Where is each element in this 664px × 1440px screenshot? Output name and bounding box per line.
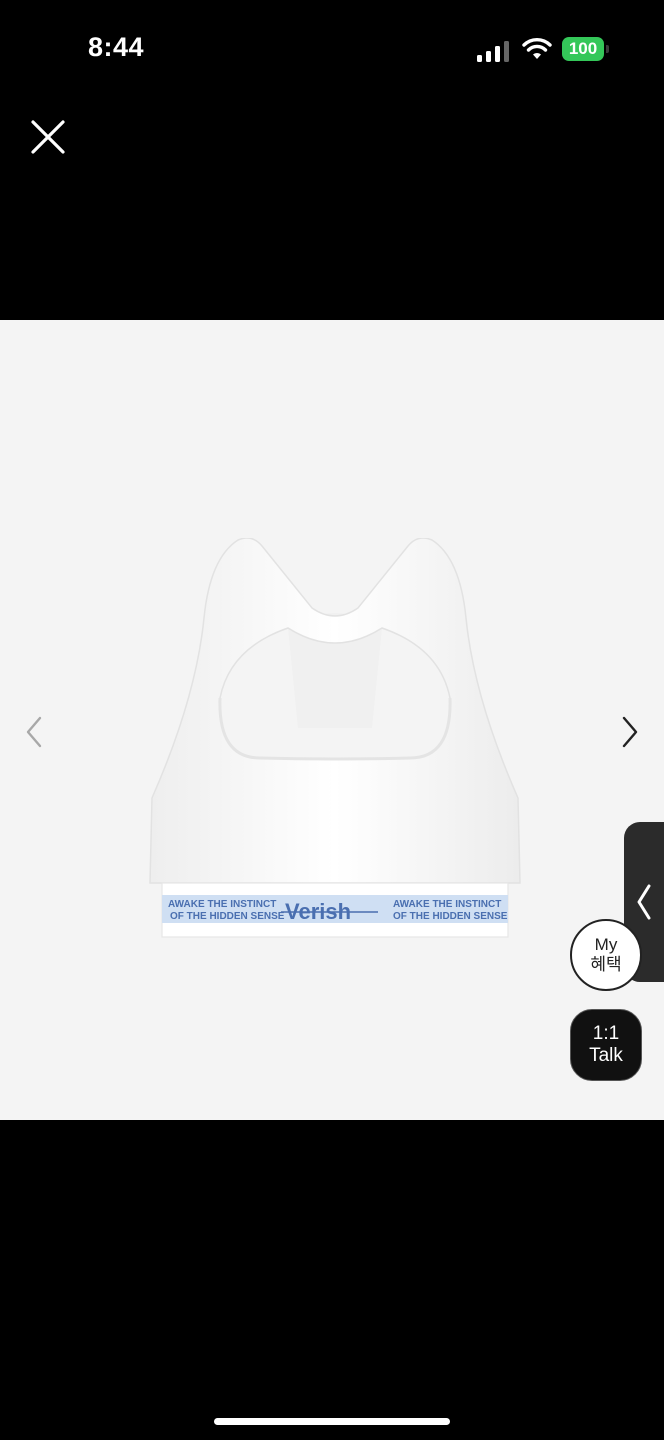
band-text-right-2: OF THE HIDDEN SENSE bbox=[393, 911, 508, 922]
chevron-left-icon bbox=[637, 884, 651, 920]
band-text-left-1: AWAKE THE INSTINCT bbox=[168, 899, 276, 910]
my-benefits-button[interactable]: My 혜택 bbox=[570, 919, 642, 991]
chevron-left-icon[interactable] bbox=[20, 710, 48, 754]
close-icon[interactable] bbox=[28, 117, 68, 157]
talk-line1: 1:1 bbox=[592, 1023, 620, 1044]
battery-icon: 100 bbox=[562, 37, 604, 61]
chevron-right-icon[interactable] bbox=[616, 710, 644, 754]
product-image-viewer[interactable]: AWAKE THE INSTINCT OF THE HIDDEN SENSE V… bbox=[0, 320, 664, 1116]
band-text-left-2: OF THE HIDDEN SENSE bbox=[170, 911, 285, 922]
wifi-icon bbox=[522, 38, 552, 59]
my-benefits-line1: My bbox=[594, 935, 618, 954]
signal-icon bbox=[477, 41, 509, 62]
product-image: AWAKE THE INSTINCT OF THE HIDDEN SENSE V… bbox=[149, 538, 521, 938]
status-bar: 8:44 100 bbox=[0, 0, 664, 100]
battery-tip bbox=[606, 45, 609, 53]
battery-level: 100 bbox=[568, 39, 598, 58]
my-benefits-line2: 혜택 bbox=[590, 955, 622, 974]
talk-line2: Talk bbox=[589, 1045, 623, 1066]
viewer-bottom-edge bbox=[0, 1116, 664, 1120]
talk-button[interactable]: 1:1 Talk bbox=[570, 1009, 642, 1081]
band-text-right-1: AWAKE THE INSTINCT bbox=[393, 899, 501, 910]
status-time: 8:44 bbox=[88, 32, 145, 62]
home-indicator[interactable] bbox=[214, 1418, 450, 1425]
